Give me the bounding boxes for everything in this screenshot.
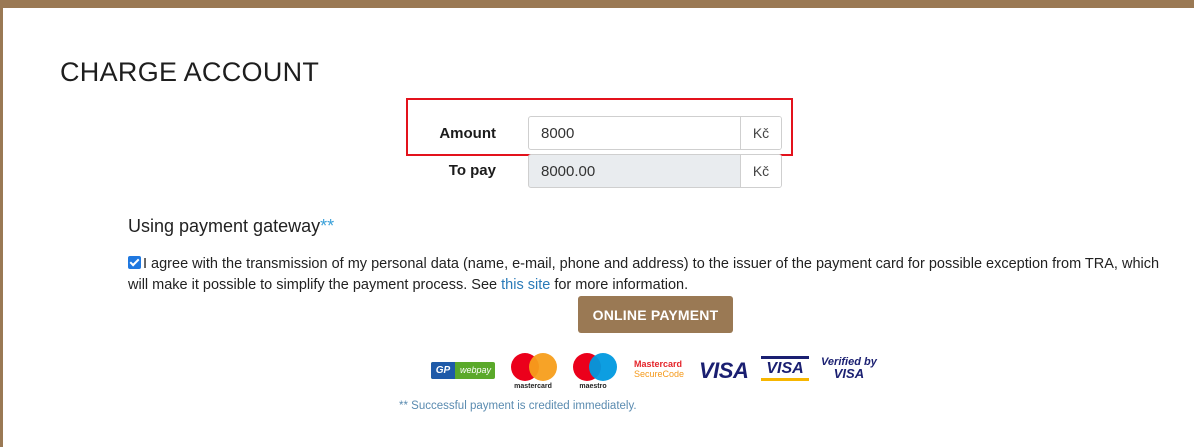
- consent-link[interactable]: this site: [501, 277, 550, 293]
- gateway-heading-mark: **: [320, 216, 335, 236]
- consent-text: I agree with the transmission of my pers…: [128, 254, 1178, 296]
- to-pay-input: [529, 155, 740, 187]
- visa-logo: VISA: [699, 358, 749, 383]
- gateway-heading-text: Using payment gateway: [128, 216, 321, 236]
- verified-by-visa-logo: Verified by VISA: [821, 357, 877, 381]
- maestro-logo: maestro: [571, 353, 631, 391]
- to-pay-label: To pay: [448, 162, 496, 179]
- gp-webpay-logo: GP webpay: [431, 362, 495, 379]
- mastercard-logo: mastercard: [509, 353, 569, 391]
- maestro-blue-circle: [589, 353, 617, 381]
- gp-webpay-logo-right: webpay: [459, 365, 492, 375]
- page-frame: CHARGE ACCOUNT Amount Kč To pay Kč Using…: [0, 0, 1194, 447]
- page-title: CHARGE ACCOUNT: [60, 57, 320, 87]
- mastercard-securecode-line1: Mastercard: [634, 359, 683, 369]
- mastercard-orange-circle: [529, 353, 557, 381]
- online-payment-button[interactable]: ONLINE PAYMENT: [578, 296, 733, 333]
- consent-text-after: for more information.: [550, 277, 689, 293]
- amount-highlight: [406, 98, 793, 156]
- verified-by-visa-line2: VISA: [833, 366, 865, 381]
- mastercard-securecode-logo: Mastercard SecureCode: [634, 359, 684, 379]
- maestro-caption: maestro: [579, 383, 607, 390]
- mastercard-securecode-line2: SecureCode: [634, 369, 685, 379]
- consent-checkbox[interactable]: [128, 256, 141, 269]
- payment-footnote: ** Successful payment is credited immedi…: [399, 400, 637, 412]
- payment-logos: GP webpay mastercard maestro Mastercard …: [431, 353, 881, 391]
- to-pay-input-group: Kč: [528, 154, 782, 188]
- gateway-heading: Using payment gateway**: [128, 216, 334, 237]
- to-pay-currency: Kč: [740, 155, 781, 187]
- gp-webpay-logo-left: GP: [431, 362, 455, 379]
- visa-electron-logo: VISA: [761, 356, 809, 381]
- mastercard-caption: mastercard: [514, 383, 552, 390]
